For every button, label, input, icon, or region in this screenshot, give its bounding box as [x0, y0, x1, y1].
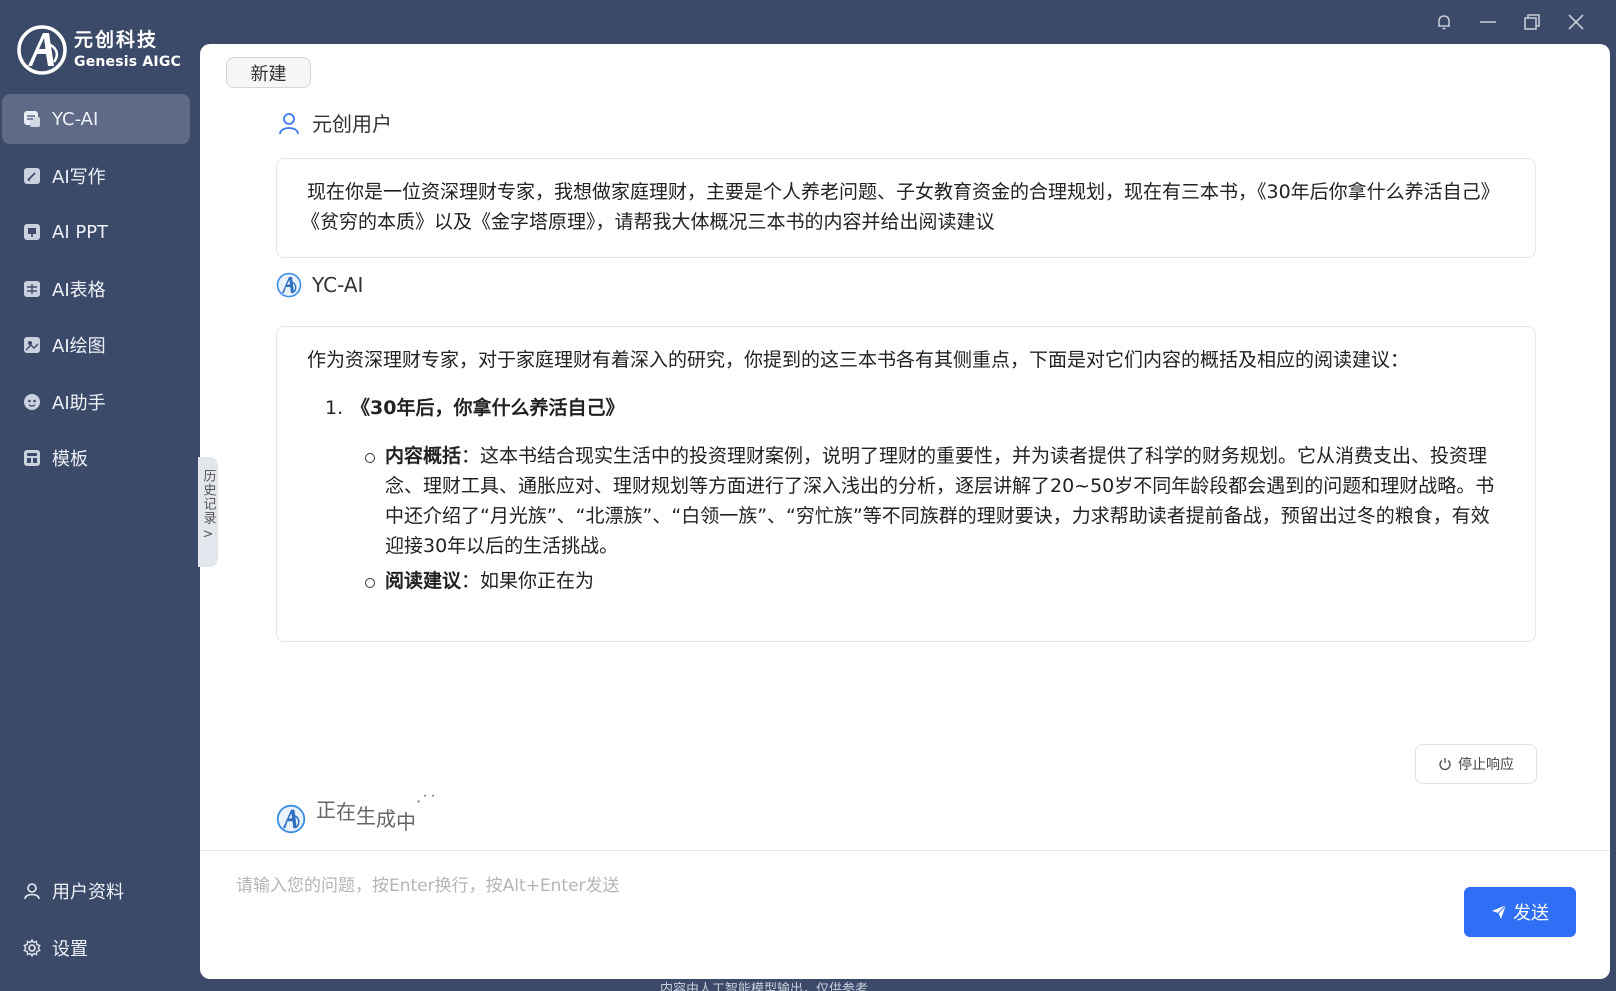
ai-intro: 作为资深理财专家，对于家庭理财有着深入的研究，你提到的这三本书各有其侧重点，下面…: [307, 349, 1410, 371]
list-number: 1.: [325, 397, 344, 419]
sidebar-item-user-profile[interactable]: 用户资料: [2, 866, 190, 916]
history-label: 历史记录: [200, 469, 216, 525]
user-icon: [24, 883, 40, 900]
send-button[interactable]: 发送: [1464, 887, 1576, 937]
stop-response-button[interactable]: 停止响应: [1415, 744, 1537, 784]
close-icon: [1568, 14, 1584, 30]
logo: 元创科技 Genesis AIGC: [16, 24, 181, 76]
sidebar-item-ai-writing[interactable]: AI写作: [2, 151, 190, 201]
summary-label: 内容概括: [385, 445, 462, 467]
sidebar-item-label: AI表格: [52, 279, 106, 301]
question-input[interactable]: [236, 871, 1396, 931]
new-chat-button[interactable]: 新建: [226, 57, 311, 88]
summary-text: ：这本书结合现实生活中的投资理财案例，说明了理财的重要性，并为读者提供了科学的财…: [385, 445, 1495, 557]
ai-name: YC-AI: [312, 273, 364, 297]
gear-icon: [23, 938, 41, 958]
generating-char: 生: [356, 804, 376, 828]
advice-text: ：如果你正在为: [461, 570, 595, 592]
user-speaker: 元创用户: [276, 108, 392, 137]
sidebar-item-ai-paint[interactable]: AI绘图: [2, 320, 190, 370]
sidebar-item-label: 设置: [52, 939, 88, 960]
logo-icon: [17, 25, 67, 75]
bullet-list: 内容概括：这本书结合现实生活中的投资理财案例，说明了理财的重要性，并为读者提供了…: [365, 441, 1507, 596]
list-item: 内容概括：这本书结合现实生活中的投资理财案例，说明了理财的重要性，并为读者提供了…: [365, 441, 1507, 561]
generating-text: 正 在 生 成 中 ·˙˙: [316, 792, 438, 835]
bell-icon: [1438, 15, 1450, 30]
send-label: 发送: [1513, 903, 1549, 924]
chevron-right-icon: >: [202, 527, 214, 542]
stop-label: 停止响应: [1458, 757, 1514, 773]
user-avatar-icon: [279, 112, 299, 134]
notification-button[interactable]: [1422, 6, 1466, 38]
ai-message: 作为资深理财专家，对于家庭理财有着深入的研究，你提到的这三本书各有其侧重点，下面…: [276, 326, 1536, 642]
generating-dots: ·˙˙: [416, 792, 438, 811]
minimize-icon: [1480, 21, 1496, 23]
sidebar-nav: YC-AI AI写作 AI PPT AI表格 AI绘图 AI助手 模板: [2, 94, 190, 490]
power-icon: [1439, 758, 1451, 771]
generating-char: 正: [316, 798, 336, 822]
table-icon: [24, 280, 40, 297]
sidebar-bottom: 用户资料 设置: [2, 866, 190, 980]
disclaimer-footer: 内容由人工智能模型输出，仅供参考: [660, 982, 869, 991]
close-button[interactable]: [1554, 6, 1598, 38]
paint-icon: [24, 337, 40, 353]
sidebar-item-label: AI绘图: [52, 336, 106, 357]
user-message: 现在你是一位资深理财专家，我想做家庭理财，主要是个人养老问题、子女教育资金的合理…: [276, 158, 1536, 258]
history-toggle[interactable]: 历史记录 >: [198, 457, 218, 567]
sidebar-item-yc-ai[interactable]: YC-AI: [2, 94, 190, 144]
sidebar-item-settings[interactable]: 设置: [2, 923, 190, 973]
assistant-icon: [24, 393, 40, 410]
window-controls: [1422, 6, 1598, 38]
sidebar-item-label: 模板: [52, 449, 88, 470]
sidebar-item-ai-assistant[interactable]: AI助手: [2, 377, 190, 427]
sidebar-item-ai-table[interactable]: AI表格: [2, 264, 190, 314]
generating-char: 中: [396, 810, 416, 834]
ai-avatar-icon: [276, 804, 306, 834]
write-icon: [24, 167, 40, 184]
generating-indicator: 正 在 生 成 中 ·˙˙: [276, 792, 438, 835]
list-item: 阅读建议：如果你正在为: [365, 566, 1507, 596]
chat-panel: 新建 历史记录 > 元创用户 现在你是一位资深理财专家，我想做家庭理财，主要是个…: [198, 44, 1610, 979]
input-area: 发送: [200, 850, 1610, 979]
logo-en: Genesis AIGC: [74, 54, 181, 70]
sidebar: 元创科技 Genesis AIGC YC-AI AI写作 AI PPT AI表格…: [0, 0, 198, 991]
template-icon: [24, 450, 40, 466]
sidebar-item-ai-ppt[interactable]: AI PPT: [2, 207, 190, 257]
send-icon: [1492, 904, 1507, 919]
generating-char: 成: [376, 807, 396, 831]
list-item: 1. 《30年后，你拿什么养活自己》: [325, 393, 1507, 423]
ppt-icon: [24, 224, 40, 240]
book-title: 《30年后，你拿什么养活自己》: [351, 397, 625, 419]
generating-char: 在: [336, 800, 356, 824]
advice-label: 阅读建议: [385, 570, 462, 592]
sidebar-item-label: YC-AI: [52, 108, 99, 130]
sidebar-item-label: AI PPT: [52, 221, 109, 243]
ai-speaker: YC-AI: [276, 272, 363, 298]
ai-avatar-icon: [276, 272, 302, 298]
sidebar-item-template[interactable]: 模板: [2, 433, 190, 483]
chat-icon: [24, 111, 40, 127]
sidebar-item-label: AI写作: [52, 166, 106, 188]
minimize-button[interactable]: [1466, 6, 1510, 38]
sidebar-item-label: 用户资料: [52, 882, 124, 903]
logo-cn: 元创科技: [74, 29, 159, 51]
user-name: 元创用户: [312, 112, 392, 136]
sidebar-item-label: AI助手: [52, 392, 106, 414]
restore-icon: [1524, 14, 1540, 30]
maximize-button[interactable]: [1510, 6, 1554, 38]
